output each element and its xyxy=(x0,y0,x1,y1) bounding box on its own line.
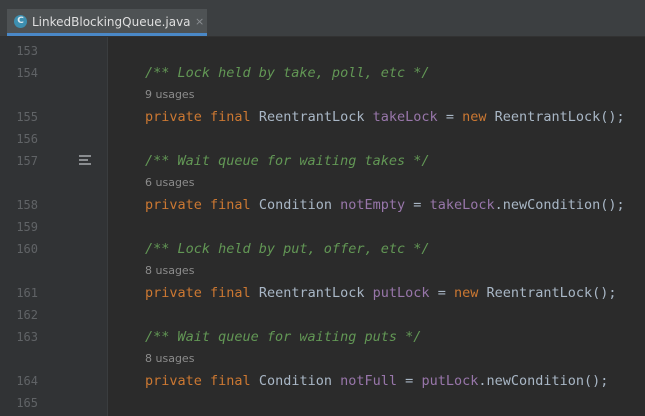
active-tab-indicator xyxy=(7,33,207,36)
usage-hint-line: 9 usages xyxy=(0,84,645,106)
doc-comment: /** Wait queue for waiting takes */ xyxy=(145,153,430,169)
keyword-final: final xyxy=(210,197,251,213)
line-number: 156 xyxy=(16,132,38,146)
code-line-160: 160 /** Lock held by put, offer, etc */ xyxy=(0,238,645,260)
method-call: .newCondition(); xyxy=(478,373,609,389)
line-number: 157 xyxy=(16,154,38,168)
keyword-private: private xyxy=(145,285,202,301)
editor-tab-bar: C LinkedBlockingQueue.java × xyxy=(0,0,645,37)
constructor-call: ReentrantLock(); xyxy=(494,109,625,125)
method-call: .newCondition(); xyxy=(494,197,625,213)
doc-comment: /** Lock held by take, poll, etc */ xyxy=(145,65,430,81)
keyword-final: final xyxy=(210,285,251,301)
line-number: 161 xyxy=(16,286,38,300)
line-number: 155 xyxy=(16,110,38,124)
assign-operator: = xyxy=(437,285,446,301)
keyword-private: private xyxy=(145,197,202,213)
usage-hint-line: 8 usages xyxy=(0,260,645,282)
code-line-154: 154 /** Lock held by take, poll, etc */ xyxy=(0,62,645,84)
field-name: notEmpty xyxy=(340,197,406,213)
code-statement: private final Condition notFull = putLoc… xyxy=(145,370,608,392)
code-line-163: 163 /** Wait queue for waiting puts */ xyxy=(0,326,645,348)
type-name: Condition xyxy=(258,197,332,213)
field-name: putLock xyxy=(372,285,430,301)
keyword-new: new xyxy=(462,109,487,125)
code-statement: private final Condition notEmpty = takeL… xyxy=(145,194,625,216)
code-line-161: 161 private final ReentrantLock putLock … xyxy=(0,282,645,304)
code-line-159: 159 xyxy=(0,216,645,238)
usage-hint-line: 8 usages xyxy=(0,348,645,370)
tab-linkedblockingqueue[interactable]: C LinkedBlockingQueue.java × xyxy=(7,9,207,36)
usages-hint[interactable]: 8 usages xyxy=(145,260,194,282)
usages-hint[interactable]: 9 usages xyxy=(145,84,194,106)
keyword-new: new xyxy=(453,285,479,301)
doc-comment: /** Wait queue for waiting puts */ xyxy=(145,329,422,345)
line-number: 154 xyxy=(16,66,38,80)
keyword-private: private xyxy=(145,373,202,389)
code-line-158: 158 private final Condition notEmpty = t… xyxy=(0,194,645,216)
usages-hint[interactable]: 8 usages xyxy=(145,348,194,370)
assign-operator: = xyxy=(405,373,414,389)
line-number: 153 xyxy=(16,44,38,58)
keyword-private: private xyxy=(145,109,202,125)
assign-operator: = xyxy=(413,197,422,213)
type-name: ReentrantLock xyxy=(258,109,365,125)
doc-render-toggle-icon[interactable] xyxy=(79,155,93,167)
line-number: 164 xyxy=(16,374,38,388)
constructor-call: ReentrantLock(); xyxy=(486,285,617,301)
field-name: takeLock xyxy=(372,109,438,125)
usages-hint[interactable]: 6 usages xyxy=(145,172,194,194)
code-line-156: 156 xyxy=(0,128,645,150)
field-reference: putLock xyxy=(421,373,479,389)
line-number: 159 xyxy=(16,220,38,234)
line-number: 158 xyxy=(16,198,38,212)
keyword-final: final xyxy=(210,109,251,125)
code-line-157: 157 /** Wait queue for waiting takes */ xyxy=(0,150,645,172)
field-reference: takeLock xyxy=(429,197,495,213)
code-line-153: 153 xyxy=(0,40,645,62)
field-name: notFull xyxy=(340,373,398,389)
code-line-165: 165 xyxy=(0,392,645,414)
type-name: ReentrantLock xyxy=(258,285,365,301)
tab-title: LinkedBlockingQueue.java xyxy=(32,15,191,29)
usage-hint-line: 6 usages xyxy=(0,172,645,194)
java-class-icon: C xyxy=(14,15,27,28)
code-statement: private final ReentrantLock takeLock = n… xyxy=(145,106,625,128)
type-name: Condition xyxy=(258,373,332,389)
assign-operator: = xyxy=(445,109,454,125)
line-number: 165 xyxy=(16,396,38,410)
line-number: 162 xyxy=(16,308,38,322)
code-statement: private final ReentrantLock putLock = ne… xyxy=(145,282,617,304)
doc-comment: /** Lock held by put, offer, etc */ xyxy=(145,241,430,257)
code-line-162: 162 xyxy=(0,304,645,326)
line-number: 160 xyxy=(16,242,38,256)
close-icon[interactable]: × xyxy=(195,15,204,29)
keyword-final: final xyxy=(210,373,251,389)
code-line-164: 164 private final Condition notFull = pu… xyxy=(0,370,645,392)
code-line-155: 155 private final ReentrantLock takeLock… xyxy=(0,106,645,128)
line-number: 163 xyxy=(16,330,38,344)
